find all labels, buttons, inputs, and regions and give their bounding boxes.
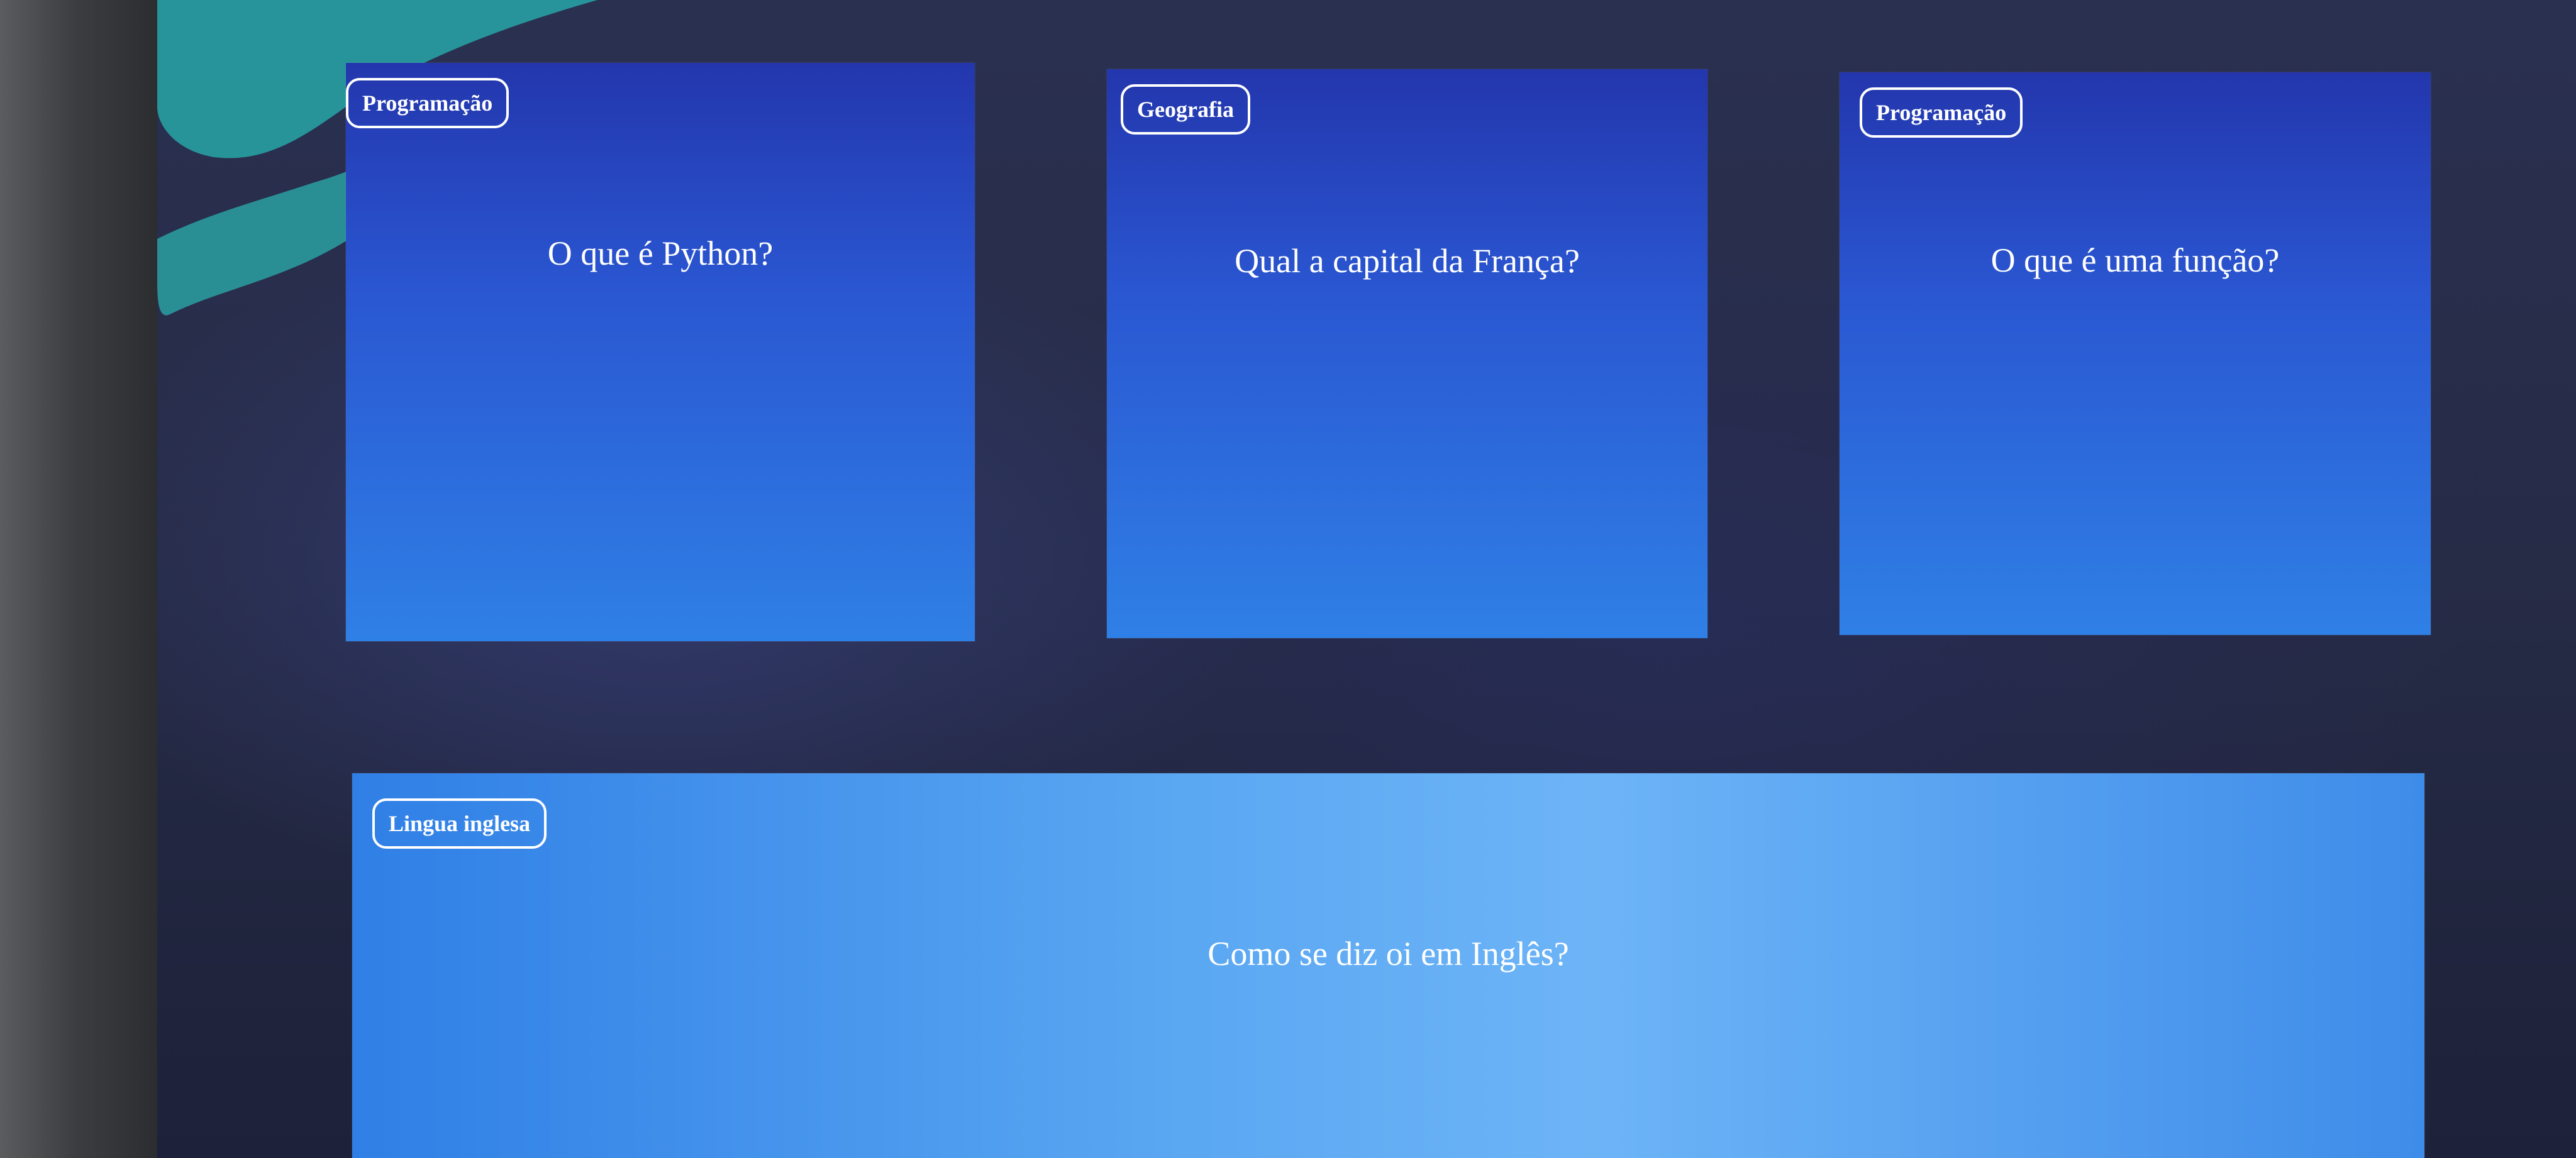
category-tag: Programação [1860, 87, 2023, 138]
category-tag: Lingua inglesa [372, 798, 547, 849]
flashcard-4[interactable]: Lingua inglesa Como se diz oi em Inglês? [352, 773, 2424, 1158]
flashcard-2[interactable]: Geografia Qual a capital da França? [1107, 69, 1707, 638]
question-text: Qual a capital da França? [1235, 242, 1580, 280]
flashcard-1[interactable]: Programação O que é Python? [346, 63, 975, 641]
category-tag: Programação [346, 78, 509, 128]
question-text: Como se diz oi em Inglês? [1208, 935, 1569, 973]
question-text: O que é Python? [547, 234, 774, 272]
monitor-screen: Programação O que é Python? Geografia Qu… [157, 0, 2576, 1158]
category-tag: Geografia [1121, 84, 1250, 135]
question-text: O que é uma função? [1990, 241, 2280, 279]
flashcard-3[interactable]: Programação O que é uma função? [1840, 72, 2431, 635]
